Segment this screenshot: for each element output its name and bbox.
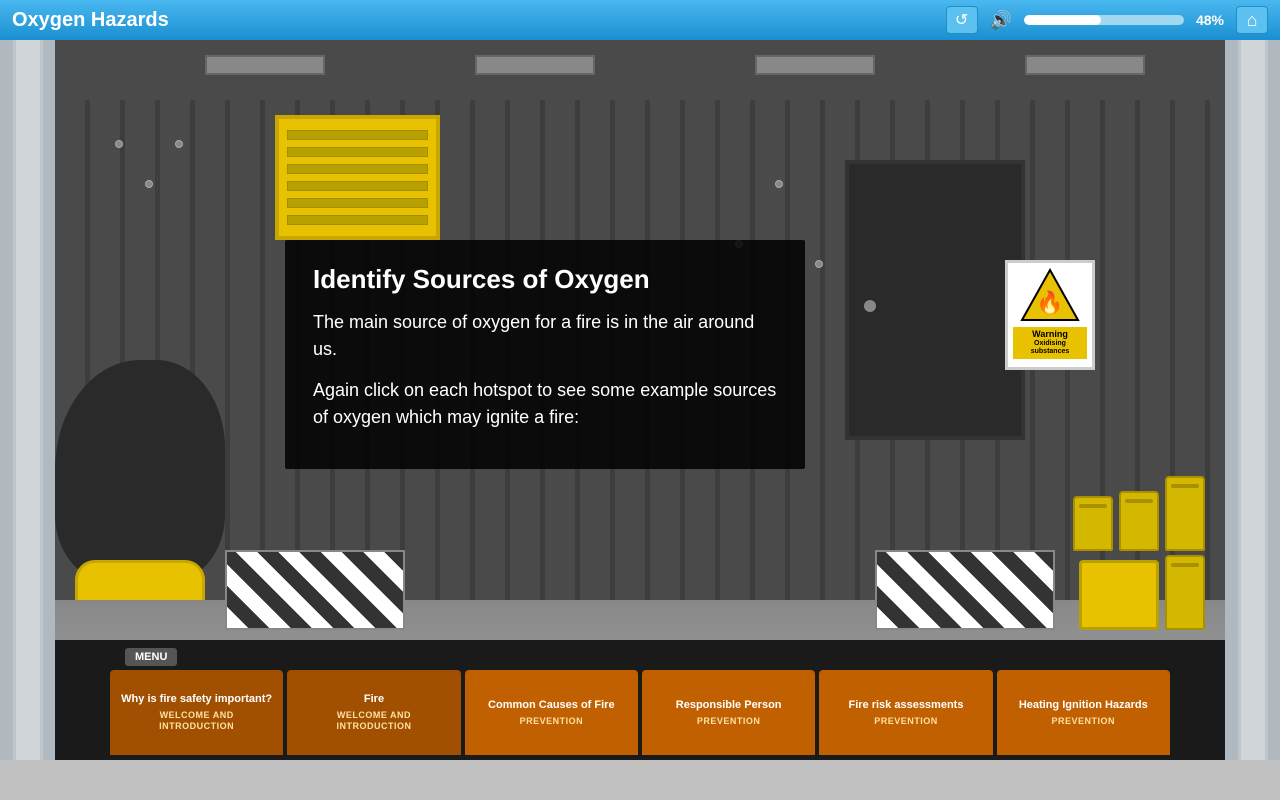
vent-grate-hotspot[interactable] xyxy=(275,115,440,240)
nav-item-title-3: Responsible Person xyxy=(676,699,782,712)
drum-3 xyxy=(1165,476,1205,551)
home-button[interactable]: ⌂ xyxy=(1236,6,1268,34)
nav-item-sub-2: PREVENTION xyxy=(520,716,584,727)
nav-item-title-0: Why is fire safety important? xyxy=(121,693,272,706)
wall-dot xyxy=(115,140,123,148)
top-bar: Oxygen Hazards ↺ 🔊 48% ⌂ xyxy=(0,0,1280,40)
vent-slat xyxy=(287,130,428,140)
warning-sign-label: Warning Oxidising substances xyxy=(1013,327,1087,359)
warning-sign-hotspot[interactable]: 🔥 Warning Oxidising substances xyxy=(1005,260,1095,370)
warning-sublabel-text: Oxidising substances xyxy=(1015,340,1085,357)
drum-1 xyxy=(1073,496,1113,551)
ceiling-light-3 xyxy=(755,55,875,75)
chemical-containers xyxy=(1073,476,1205,630)
nav-item-2[interactable]: Common Causes of Fire PREVENTION xyxy=(465,670,638,755)
nav-item-5[interactable]: Heating Ignition Hazards PREVENTION xyxy=(997,670,1170,755)
nav-items-container: Why is fire safety important? WELCOME AND… xyxy=(110,670,1170,755)
wall-dot xyxy=(775,180,783,188)
nav-item-0[interactable]: Why is fire safety important? WELCOME AND… xyxy=(110,670,283,755)
nav-item-sub-4: PREVENTION xyxy=(874,716,938,727)
svg-text:🔥: 🔥 xyxy=(1036,290,1063,315)
page-title: Oxygen Hazards xyxy=(12,9,934,32)
door-handle xyxy=(864,300,876,312)
nav-item-1[interactable]: Fire WELCOME AND INTRODUCTION xyxy=(287,670,460,755)
ceiling-light-1 xyxy=(205,55,325,75)
container-row-bottom xyxy=(1079,555,1205,630)
bottom-navigation: MENU Why is fire safety important? WELCOM… xyxy=(55,640,1225,760)
scene: 🔥 Warning Oxidising substances xyxy=(55,40,1225,760)
nav-item-title-2: Common Causes of Fire xyxy=(488,699,615,712)
left-panel xyxy=(0,40,55,760)
right-panel xyxy=(1225,40,1280,760)
info-paragraph-1: The main source of oxygen for a fire is … xyxy=(313,309,777,363)
refresh-button[interactable]: ↺ xyxy=(946,6,978,34)
progress-bar-fill xyxy=(1024,15,1101,25)
nav-item-sub-1: WELCOME AND INTRODUCTION xyxy=(336,710,411,732)
nav-item-sub-5: PREVENTION xyxy=(1052,716,1116,727)
nav-item-title-5: Heating Ignition Hazards xyxy=(1019,699,1148,712)
nav-item-sub-3: PREVENTION xyxy=(697,716,761,727)
back-door xyxy=(845,160,1025,440)
ceiling-light-2 xyxy=(475,55,595,75)
wall-dot xyxy=(175,140,183,148)
barrier-left xyxy=(225,550,405,630)
info-heading: Identify Sources of Oxygen xyxy=(313,264,777,295)
info-box: Identify Sources of Oxygen The main sour… xyxy=(285,240,805,469)
nav-item-title-1: Fire xyxy=(364,693,384,706)
nav-item-sub-0: WELCOME AND INTRODUCTION xyxy=(159,710,234,732)
info-paragraph-2: Again click on each hotspot to see some … xyxy=(313,377,777,431)
menu-label: MENU xyxy=(125,648,177,666)
warning-label-text: Warning xyxy=(1015,329,1085,340)
vent-slat xyxy=(287,215,428,225)
wall-dot xyxy=(815,260,823,268)
nav-item-4[interactable]: Fire risk assessments PREVENTION xyxy=(819,670,992,755)
vent-slat xyxy=(287,198,428,208)
vent-slat xyxy=(287,164,428,174)
vent-slat xyxy=(287,181,428,191)
nav-item-title-4: Fire risk assessments xyxy=(848,699,963,712)
ceiling-light-4 xyxy=(1025,55,1145,75)
main-area: 🔥 Warning Oxidising substances xyxy=(0,40,1280,760)
progress-bar xyxy=(1024,15,1184,25)
barrier-right xyxy=(875,550,1055,630)
equipment-box xyxy=(1079,560,1159,630)
wall-dot xyxy=(145,180,153,188)
progress-percent: 48% xyxy=(1196,12,1224,28)
dark-material xyxy=(55,360,225,580)
drum-2 xyxy=(1119,491,1159,551)
vent-slat xyxy=(287,147,428,157)
volume-icon[interactable]: 🔊 xyxy=(990,10,1012,31)
warning-triangle-icon: 🔥 xyxy=(1020,268,1080,323)
drum-4 xyxy=(1165,555,1205,630)
container-row-top xyxy=(1073,476,1205,551)
nav-item-3[interactable]: Responsible Person PREVENTION xyxy=(642,670,815,755)
